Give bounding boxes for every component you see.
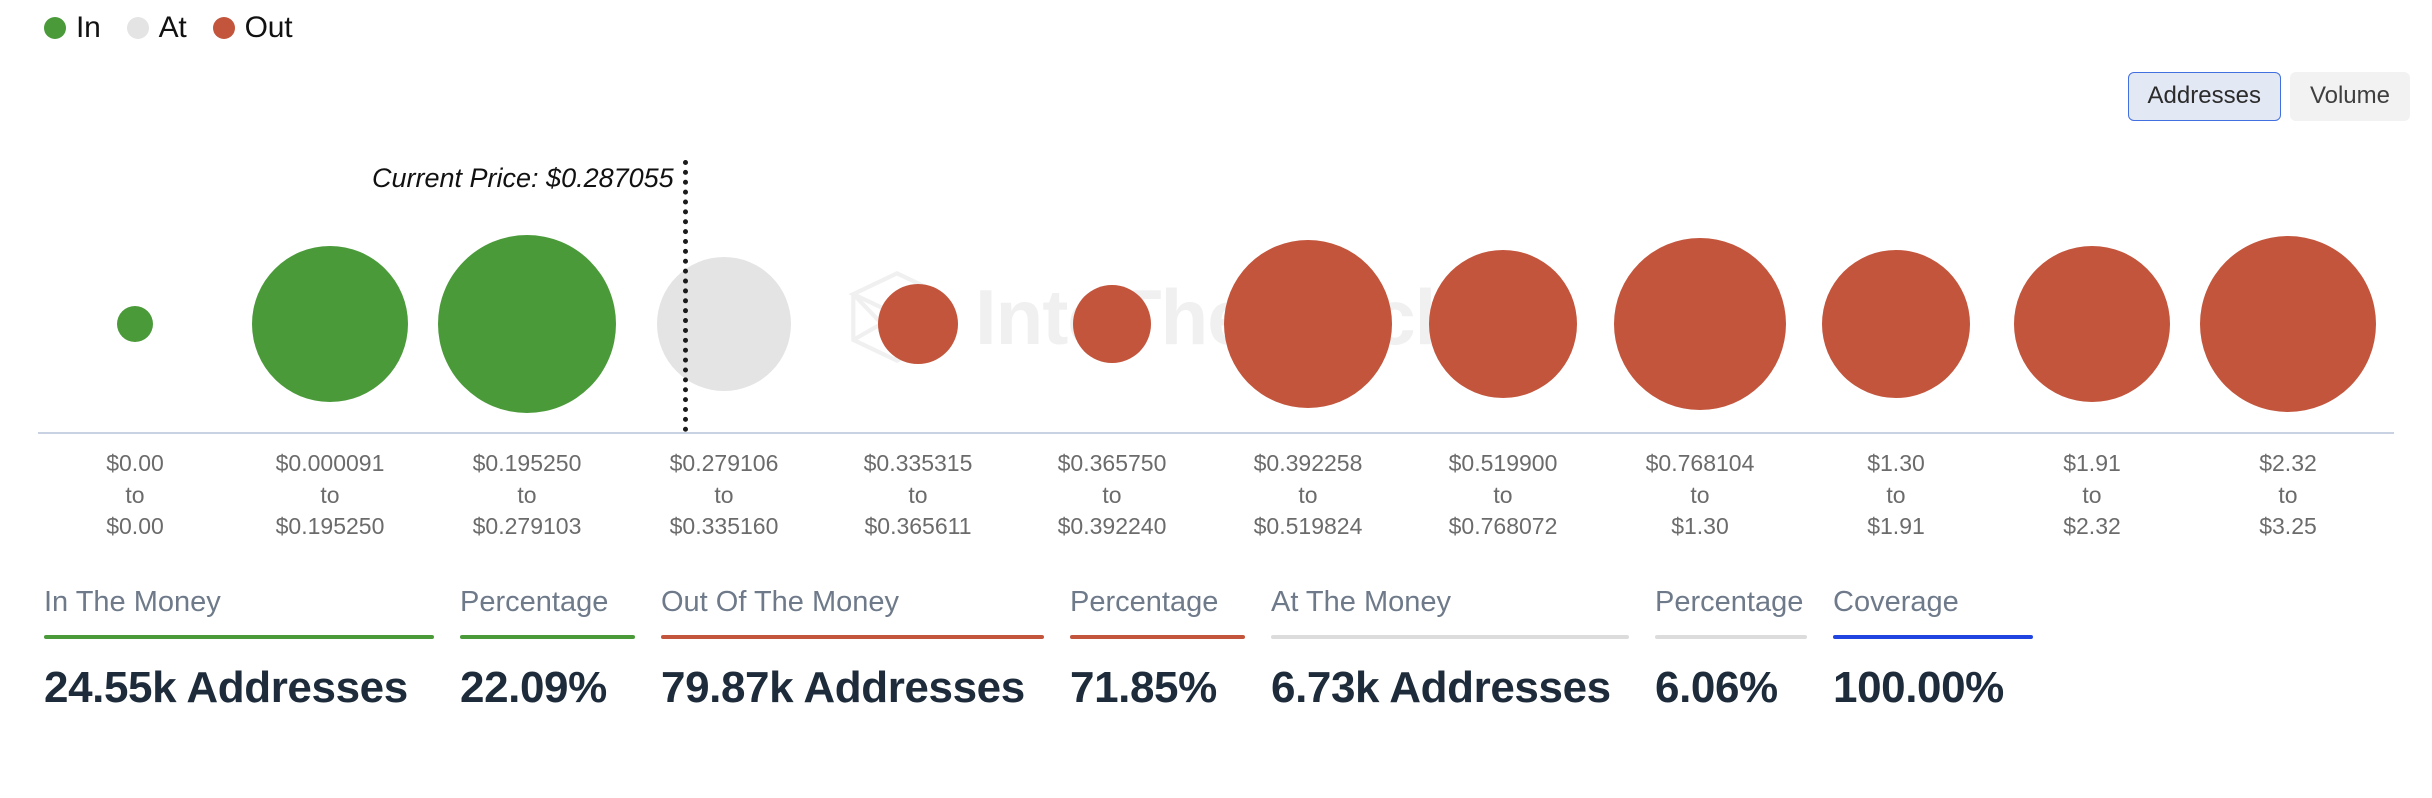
bubble-out-5[interactable]	[878, 284, 958, 364]
x-tick-line1: $0.000091	[275, 450, 385, 476]
bubble-out-8[interactable]	[1429, 250, 1577, 398]
x-tick-label: $0.519900 to $0.768072	[1449, 448, 1558, 543]
stat-value: 6.06%	[1655, 663, 1778, 712]
x-tick-label: $0.365750 to $0.392240	[1058, 448, 1167, 543]
x-tick-label: $0.195250 to $0.279103	[473, 448, 582, 543]
x-tick-line1: $1.91	[2063, 450, 2121, 476]
stat-underline	[44, 635, 434, 639]
stat-underline	[460, 635, 635, 639]
stat-label: At The Money	[1271, 586, 1452, 618]
current-price-label: Current Price: $0.287055	[372, 163, 674, 193]
stat-at-the-money-4: At The Money 6.73k Addresses	[1271, 588, 1629, 710]
x-tick-line1: $0.768104	[1645, 450, 1755, 476]
bubble-in-1[interactable]	[117, 306, 153, 342]
bubble-in-3[interactable]	[438, 235, 616, 413]
x-tick-label: $0.335315 to $0.365611	[864, 448, 973, 543]
x-tick-line2: to	[125, 481, 145, 508]
bubble-out-11[interactable]	[2014, 246, 2170, 402]
x-tick-line1: $0.335315	[863, 450, 973, 476]
x-tick-label: $0.768104 to $1.30	[1646, 448, 1755, 543]
stat-label: Percentage	[1070, 586, 1219, 618]
x-tick-line3: $0.00	[106, 513, 164, 540]
stat-label: In The Money	[44, 586, 221, 618]
x-tick-line3: $0.392240	[1057, 513, 1167, 540]
stat-value: 71.85%	[1070, 663, 1217, 712]
stat-percentage-5: Percentage 6.06%	[1655, 588, 1807, 710]
x-tick-label: $1.91 to $2.32	[2063, 448, 2121, 543]
x-tick-line2: to	[1886, 481, 1906, 508]
stat-in-the-money-0: In The Money 24.55k Addresses	[44, 588, 434, 710]
summary-stats: In The Money 24.55k Addresses Percentage 22…	[44, 588, 2059, 710]
x-tick-label: $1.30 to $1.91	[1867, 448, 1925, 543]
stat-value: 100.00%	[1833, 663, 2004, 712]
x-tick-line2: to	[1690, 481, 1710, 508]
stat-underline	[1833, 635, 2033, 639]
bubble-out-7[interactable]	[1224, 240, 1392, 408]
x-tick-line2: to	[908, 481, 928, 508]
stat-value: 22.09%	[460, 663, 607, 712]
plot-area: IntoTheBlock Current Price: $0.287055	[0, 0, 2432, 680]
stat-percentage-3: Percentage 71.85%	[1070, 588, 1245, 710]
x-tick-line2: to	[320, 481, 340, 508]
x-tick-line2: to	[2278, 481, 2298, 508]
x-axis-tick-labels: $0.00 to $0.00 $0.000091 to $0.195250 $0.19525…	[0, 448, 2432, 558]
stat-label: Out Of The Money	[661, 586, 900, 618]
x-tick-line3: $0.519824	[1253, 513, 1363, 540]
stat-value: 79.87k Addresses	[661, 663, 1025, 712]
current-price-line	[683, 160, 688, 432]
x-tick-line3: $3.25	[2259, 513, 2317, 540]
stat-percentage-1: Percentage 22.09%	[460, 588, 635, 710]
stat-coverage-6: Coverage 100.00%	[1833, 588, 2033, 710]
bubble-out-9[interactable]	[1614, 238, 1786, 410]
x-tick-label: $0.00 to $0.00	[106, 448, 164, 543]
x-tick-line2: to	[2082, 481, 2102, 508]
x-tick-line3: $0.768072	[1448, 513, 1558, 540]
x-tick-line3: $0.195250	[275, 513, 385, 540]
x-tick-line3: $0.279103	[472, 513, 582, 540]
stat-underline	[1070, 635, 1245, 639]
x-tick-label: $2.32 to $3.25	[2259, 448, 2317, 543]
stat-label: Coverage	[1833, 586, 1959, 618]
x-tick-line2: to	[1298, 481, 1318, 508]
stat-underline	[1271, 635, 1629, 639]
x-tick-line3: $1.30	[1671, 513, 1729, 540]
x-tick-line1: $0.519900	[1448, 450, 1558, 476]
x-tick-line1: $0.279106	[669, 450, 779, 476]
stat-label: Percentage	[1655, 586, 1804, 618]
x-tick-line1: $0.392258	[1253, 450, 1363, 476]
x-tick-line3: $1.91	[1867, 513, 1925, 540]
x-tick-line3: $2.32	[2063, 513, 2121, 540]
x-tick-line1: $2.32	[2259, 450, 2317, 476]
x-tick-line2: to	[1493, 481, 1513, 508]
stat-underline	[1655, 635, 1807, 639]
x-tick-line1: $1.30	[1867, 450, 1925, 476]
x-tick-line1: $0.195250	[472, 450, 582, 476]
stat-value: 6.73k Addresses	[1271, 663, 1611, 712]
stat-value: 24.55k Addresses	[44, 663, 408, 712]
bubble-out-6[interactable]	[1073, 285, 1151, 363]
x-tick-line3: $0.365611	[864, 513, 972, 540]
stat-label: Percentage	[460, 586, 609, 618]
stat-out-of-the-money-2: Out Of The Money 79.87k Addresses	[661, 588, 1044, 710]
x-tick-line1: $0.365750	[1057, 450, 1167, 476]
itb-in-out-money-chart: In At Out Addresses Volume IntoTheBlock Cu…	[0, 0, 2432, 798]
x-tick-label: $0.000091 to $0.195250	[276, 448, 385, 543]
x-tick-line2: to	[714, 481, 734, 508]
x-tick-line1: $0.00	[106, 450, 164, 476]
bubble-at-4[interactable]	[657, 257, 791, 391]
stat-underline	[661, 635, 1044, 639]
x-tick-label: $0.392258 to $0.519824	[1254, 448, 1363, 543]
x-tick-label: $0.279106 to $0.335160	[670, 448, 779, 543]
x-tick-line3: $0.335160	[669, 513, 779, 540]
bubble-out-10[interactable]	[1822, 250, 1970, 398]
x-tick-line2: to	[517, 481, 537, 508]
bubble-in-2[interactable]	[252, 246, 408, 402]
x-axis-line	[38, 432, 2394, 434]
x-tick-line2: to	[1102, 481, 1122, 508]
bubble-out-12[interactable]	[2200, 236, 2376, 412]
